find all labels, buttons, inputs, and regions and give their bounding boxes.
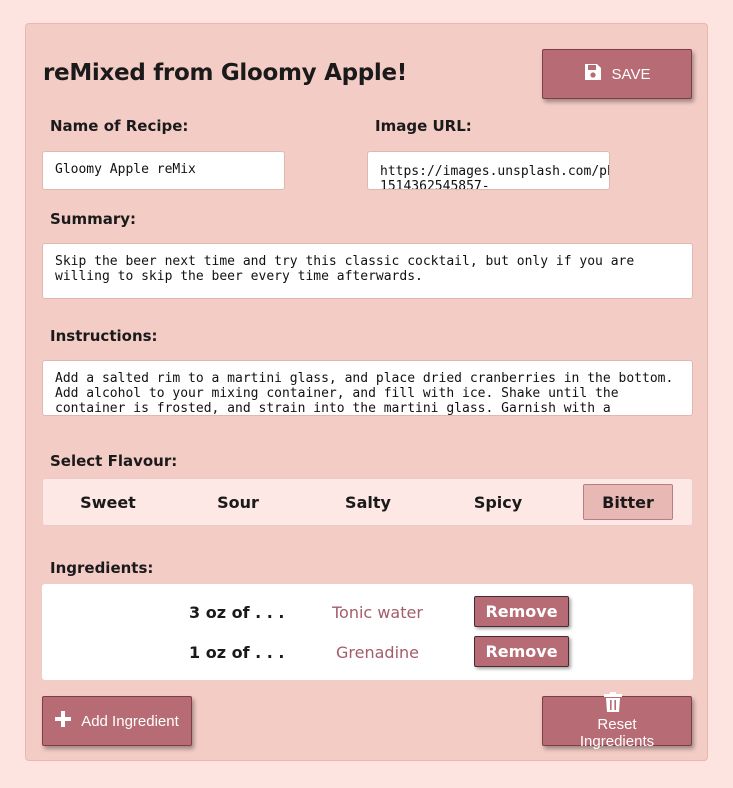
flavour-option-salty[interactable]: Salty bbox=[323, 484, 413, 520]
instructions-textarea[interactable]: Add a salted rim to a martini glass, and… bbox=[42, 360, 693, 416]
flavour-option-sour[interactable]: Sour bbox=[193, 484, 283, 520]
flavour-selector: Sweet Sour Salty Spicy Bitter bbox=[42, 478, 693, 526]
flavour-option-spicy[interactable]: Spicy bbox=[453, 484, 543, 520]
ingredients-label: Ingredients: bbox=[50, 559, 154, 577]
plus-icon bbox=[55, 711, 72, 731]
flavour-option-sweet[interactable]: Sweet bbox=[63, 484, 153, 520]
add-ingredient-label: Add Ingredient bbox=[81, 712, 179, 730]
image-url-input[interactable]: https://images.unsplash.com/photo-151436… bbox=[367, 151, 610, 190]
recipe-name-input[interactable]: Gloomy Apple reMix bbox=[42, 151, 285, 190]
remove-ingredient-button[interactable]: Remove bbox=[474, 596, 569, 627]
reset-ingredients-button[interactable]: Reset Ingredients bbox=[542, 692, 692, 750]
image-url-label: Image URL: bbox=[375, 117, 472, 135]
recipe-name-label: Name of Recipe: bbox=[50, 117, 189, 135]
remove-ingredient-button[interactable]: Remove bbox=[474, 636, 569, 667]
ingredient-name: Tonic water bbox=[332, 603, 423, 622]
reset-ingredients-label: Reset Ingredients bbox=[579, 716, 655, 750]
page-title: reMixed from Gloomy Apple! bbox=[43, 60, 407, 86]
recipe-editor-card: reMixed from Gloomy Apple! SAVE Name of … bbox=[25, 23, 708, 761]
instructions-label: Instructions: bbox=[50, 327, 158, 345]
flavour-label: Select Flavour: bbox=[50, 452, 178, 470]
add-ingredient-button[interactable]: Add Ingredient bbox=[42, 696, 192, 746]
summary-label: Summary: bbox=[50, 210, 137, 228]
ingredient-qty: 3 oz of . . . bbox=[189, 603, 285, 622]
summary-textarea[interactable]: Skip the beer next time and try this cla… bbox=[42, 243, 693, 299]
ingredient-qty: 1 oz of . . . bbox=[189, 643, 285, 662]
ingredient-name: Grenadine bbox=[336, 643, 419, 662]
trash-icon bbox=[604, 692, 622, 716]
flavour-option-bitter[interactable]: Bitter bbox=[583, 484, 673, 520]
ingredients-list: 3 oz of . . . Tonic water Remove 1 oz of… bbox=[42, 584, 693, 680]
save-button[interactable]: SAVE bbox=[542, 49, 692, 99]
save-button-label: SAVE bbox=[611, 65, 651, 83]
floppy-disk-icon bbox=[584, 63, 602, 85]
